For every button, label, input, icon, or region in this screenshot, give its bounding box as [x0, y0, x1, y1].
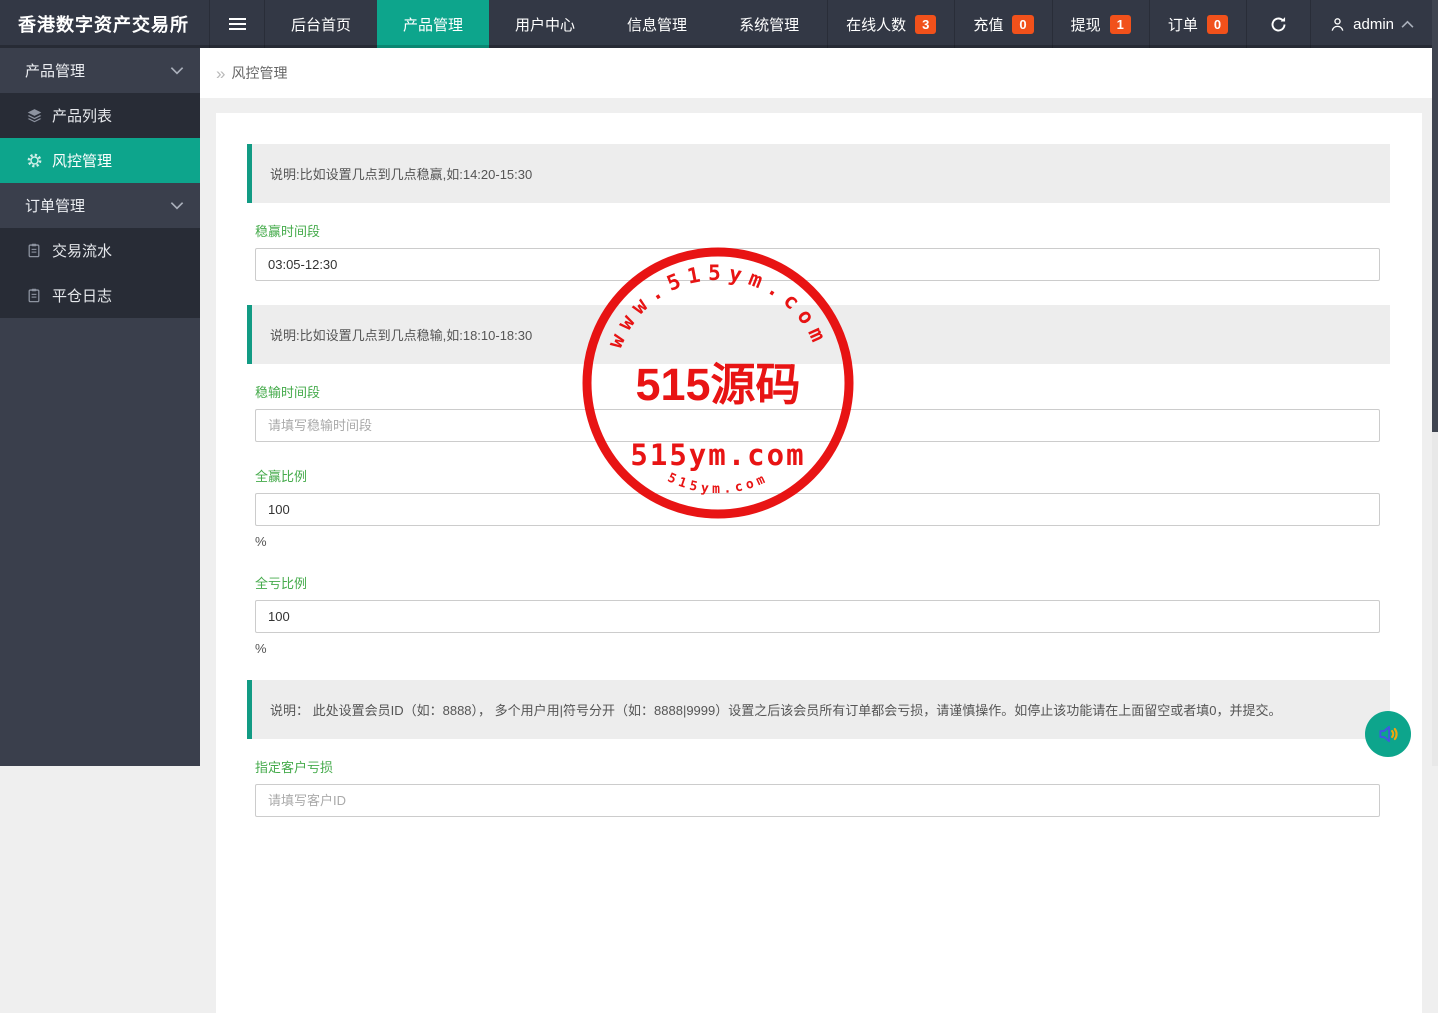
tab-user-center[interactable]: 用户中心 — [489, 0, 601, 48]
tab-dashboard[interactable]: 后台首页 — [265, 0, 377, 48]
sidebar-item-product-list[interactable]: 产品列表 — [0, 93, 200, 138]
username: admin — [1353, 16, 1394, 33]
field-all-win-ratio: 全赢比例 % — [255, 466, 1380, 549]
breadcrumb-title: 风控管理 — [231, 63, 287, 83]
user-menu[interactable]: admin — [1310, 0, 1438, 48]
field-label-all-lose-ratio: 全亏比例 — [255, 573, 1380, 592]
hamburger-icon — [229, 18, 246, 30]
stat-recharge[interactable]: 充值 0 — [954, 0, 1051, 48]
top-navbar: 香港数字资产交易所 后台首页 产品管理 用户中心 信息管理 系统管理 在线人数 … — [0, 0, 1438, 48]
field-win-time: 稳赢时间段 — [255, 221, 1380, 281]
tab-info-management[interactable]: 信息管理 — [601, 0, 713, 48]
sidebar-submenu-order: 交易流水 平仓日志 — [0, 228, 200, 318]
percent-unit: % — [255, 534, 1380, 549]
percent-unit: % — [255, 641, 1380, 656]
sidebar-group-product-management[interactable]: 产品管理 — [0, 48, 200, 93]
breadcrumb-icon: » — [216, 65, 225, 82]
customer-loss-input[interactable] — [255, 784, 1380, 817]
clipboard-icon — [26, 242, 43, 259]
app-title: 香港数字资产交易所 — [0, 0, 209, 48]
stat-withdraw-badge: 1 — [1110, 15, 1131, 34]
speaker-icon — [1375, 721, 1401, 747]
stat-label: 充值 — [973, 14, 1003, 35]
sidebar-item-label: 产品列表 — [52, 105, 112, 126]
content-area: 说明:比如设置几点到几点稳赢,如:14:20-15:30 稳赢时间段 说明:比如… — [200, 98, 1438, 766]
sidebar: 产品管理 产品列表 风控管理 — [0, 48, 200, 766]
main-area: » 风控管理 说明:比如设置几点到几点稳赢,如:14:20-15:30 稳赢时间… — [200, 48, 1438, 766]
refresh-button[interactable] — [1246, 0, 1310, 48]
note-member-loss: 说明： 此处设置会员ID（如：8888）， 多个用户用|符号分开（如：8888|… — [247, 680, 1390, 739]
breadcrumb: » 风控管理 — [200, 48, 1438, 98]
field-lose-time: 稳输时间段 — [255, 382, 1380, 442]
sidebar-item-label: 风控管理 — [52, 150, 112, 171]
stat-label: 提现 — [1071, 14, 1101, 35]
tab-product-management[interactable]: 产品管理 — [377, 0, 489, 48]
sidebar-group-label: 订单管理 — [25, 195, 170, 216]
all-win-ratio-input[interactable] — [255, 493, 1380, 526]
gear-icon — [26, 152, 43, 169]
field-all-lose-ratio: 全亏比例 % — [255, 573, 1380, 656]
sidebar-item-label: 交易流水 — [52, 240, 112, 261]
field-label-win-time: 稳赢时间段 — [255, 221, 1380, 240]
stat-orders[interactable]: 订单 0 — [1149, 0, 1246, 48]
sidebar-group-order-management[interactable]: 订单管理 — [0, 183, 200, 228]
field-label-all-win-ratio: 全赢比例 — [255, 466, 1380, 485]
chevron-down-icon — [170, 201, 184, 210]
sidebar-item-risk-management[interactable]: 风控管理 — [0, 138, 200, 183]
person-icon — [1329, 16, 1346, 33]
stat-online-users-badge: 3 — [915, 15, 936, 34]
win-time-input[interactable] — [255, 248, 1380, 281]
clipboard-icon — [26, 287, 43, 304]
sidebar-group-label: 产品管理 — [25, 60, 170, 81]
stat-orders-badge: 0 — [1207, 15, 1228, 34]
sidebar-item-close-position-log[interactable]: 平仓日志 — [0, 273, 200, 318]
lose-time-input[interactable] — [255, 409, 1380, 442]
chevron-down-icon — [170, 66, 184, 75]
note-lose-time: 说明:比如设置几点到几点稳输,如:18:10-18:30 — [247, 305, 1390, 364]
audio-notification-button[interactable] — [1365, 711, 1411, 757]
field-customer-loss: 指定客户亏损 — [255, 757, 1380, 817]
sidebar-toggle-button[interactable] — [209, 0, 265, 48]
field-label-customer-loss: 指定客户亏损 — [255, 757, 1380, 776]
sidebar-item-label: 平仓日志 — [52, 285, 112, 306]
sidebar-item-trade-flow[interactable]: 交易流水 — [0, 228, 200, 273]
stat-online-users[interactable]: 在线人数 3 — [827, 0, 954, 48]
field-label-lose-time: 稳输时间段 — [255, 382, 1380, 401]
refresh-icon — [1269, 15, 1288, 34]
sidebar-submenu-product: 产品列表 风控管理 — [0, 93, 200, 183]
stat-label: 订单 — [1168, 14, 1198, 35]
layers-icon — [26, 107, 43, 124]
main-nav: 后台首页 产品管理 用户中心 信息管理 系统管理 — [265, 0, 825, 48]
note-win-time: 说明:比如设置几点到几点稳赢,如:14:20-15:30 — [247, 144, 1390, 203]
chevron-up-icon — [1401, 20, 1414, 29]
stat-recharge-badge: 0 — [1012, 15, 1033, 34]
vertical-scrollbar-thumb[interactable] — [1432, 0, 1438, 432]
stat-withdraw[interactable]: 提现 1 — [1052, 0, 1149, 48]
tab-system-management[interactable]: 系统管理 — [713, 0, 825, 48]
stat-label: 在线人数 — [846, 14, 906, 35]
risk-settings-panel: 说明:比如设置几点到几点稳赢,如:14:20-15:30 稳赢时间段 说明:比如… — [216, 113, 1422, 1013]
all-lose-ratio-input[interactable] — [255, 600, 1380, 633]
